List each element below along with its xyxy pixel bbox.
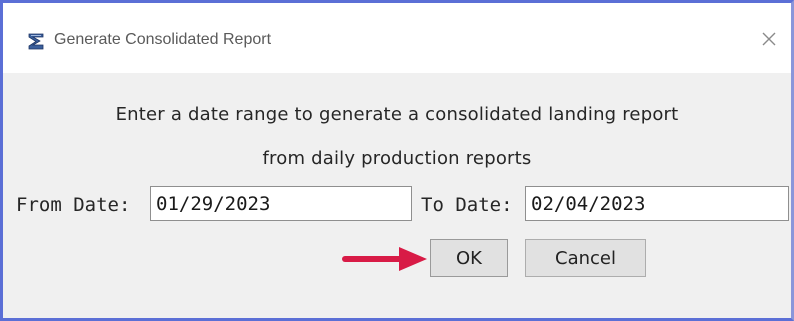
from-date-input[interactable] — [150, 186, 412, 221]
to-date-input[interactable] — [525, 186, 789, 221]
ok-button[interactable]: OK — [430, 239, 508, 277]
dialog-body: Enter a date range to generate a consoli… — [3, 73, 791, 318]
red-arrow-icon — [341, 239, 433, 279]
cancel-button[interactable]: Cancel — [525, 239, 646, 277]
from-date-label: From Date: — [16, 194, 131, 216]
instruction-line-1: Enter a date range to generate a consoli… — [115, 104, 679, 125]
title-bar[interactable]: Generate Consolidated Report — [3, 3, 791, 73]
report-app-icon — [26, 32, 46, 51]
to-date-label: To Date: — [421, 194, 513, 216]
close-icon[interactable] — [755, 27, 783, 53]
instruction-line-2: from daily production reports — [262, 148, 532, 169]
window-title: Generate Consolidated Report — [54, 31, 272, 48]
dialog-window: Generate Consolidated Report Enter a dat… — [0, 0, 794, 321]
